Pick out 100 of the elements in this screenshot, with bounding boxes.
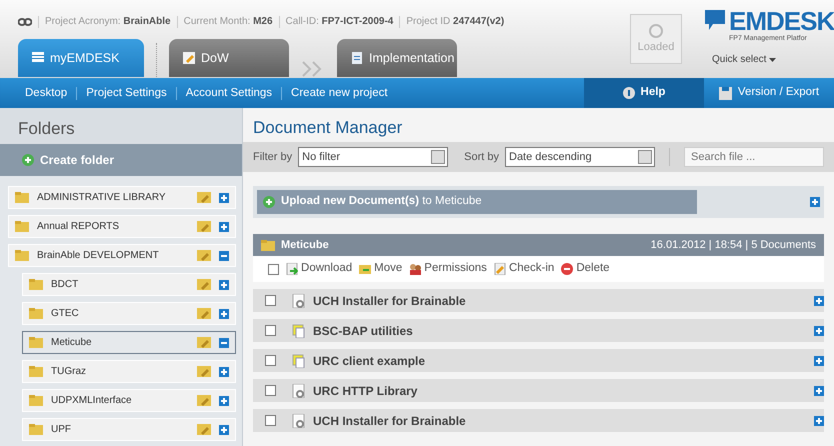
check-in-icon bbox=[494, 263, 506, 275]
add-icon bbox=[263, 196, 276, 208]
folder-item[interactable]: Meticube bbox=[22, 331, 236, 354]
expand-icon[interactable] bbox=[219, 192, 230, 202]
folder-item[interactable]: UPF bbox=[22, 418, 236, 441]
document-row[interactable]: URC client example bbox=[253, 349, 824, 372]
expand-icon[interactable] bbox=[219, 424, 230, 434]
move-folder-icon bbox=[359, 263, 372, 275]
expand-icon[interactable] bbox=[814, 416, 824, 426]
help-icon bbox=[622, 87, 635, 99]
checkbox[interactable] bbox=[265, 295, 276, 306]
folder-item[interactable]: BDCT bbox=[22, 273, 236, 296]
edit-folder-icon[interactable] bbox=[197, 424, 212, 435]
project-info-text: Call-ID: FP7-ICT-2009-4 bbox=[286, 15, 394, 29]
checkbox[interactable] bbox=[265, 385, 276, 396]
checkbox[interactable] bbox=[265, 355, 276, 366]
checkbox[interactable] bbox=[265, 415, 276, 426]
edit-folder-icon[interactable] bbox=[197, 221, 212, 232]
edit-folder-icon[interactable] bbox=[197, 395, 212, 406]
download-icon bbox=[286, 263, 298, 275]
edit-folder-icon[interactable] bbox=[197, 308, 212, 319]
edit-folder-icon[interactable] bbox=[197, 250, 212, 261]
document-row[interactable]: BSC-BAP utilities bbox=[253, 319, 824, 342]
tab[interactable]: DoW bbox=[169, 39, 289, 77]
folder-icon bbox=[15, 192, 29, 203]
project-info-text: Project Acronym: BrainAble bbox=[45, 15, 171, 29]
expand-icon[interactable] bbox=[810, 197, 820, 207]
folder-item[interactable]: BrainAble DEVELOPMENT bbox=[8, 244, 236, 267]
action-link[interactable]: Check-in bbox=[494, 260, 554, 278]
edit-icon bbox=[183, 52, 195, 64]
caret-icon bbox=[769, 58, 776, 62]
save-icon bbox=[718, 86, 732, 100]
checkbox[interactable] bbox=[265, 325, 276, 336]
expand-icon[interactable] bbox=[219, 222, 230, 232]
tab[interactable]: myEMDESK bbox=[18, 39, 144, 77]
search-field[interactable]: Search file ... bbox=[684, 147, 824, 167]
folder-icon bbox=[29, 279, 43, 290]
dropdown[interactable]: Date descending bbox=[505, 147, 655, 167]
tab[interactable]: Implementation bbox=[337, 39, 457, 77]
folder-icon bbox=[29, 395, 43, 406]
version-export-button[interactable]: Version / Export bbox=[704, 84, 834, 102]
quick-select-dropdown[interactable]: Quick select bbox=[712, 52, 776, 67]
file-gear-icon bbox=[292, 294, 306, 308]
action-link[interactable]: Download bbox=[286, 260, 352, 278]
folder-icon bbox=[261, 240, 276, 250]
expand-icon[interactable] bbox=[814, 386, 824, 396]
collapse-icon[interactable] bbox=[219, 250, 230, 260]
expand-icon[interactable] bbox=[219, 396, 230, 406]
collapse-icon[interactable] bbox=[219, 338, 230, 348]
sort-label: Sort by bbox=[464, 150, 499, 165]
edit-folder-icon[interactable] bbox=[197, 279, 212, 290]
folder-icon bbox=[29, 308, 43, 319]
nav-link[interactable]: Account Settings bbox=[176, 86, 282, 100]
expand-icon[interactable] bbox=[219, 308, 230, 318]
expand-icon[interactable] bbox=[814, 296, 824, 306]
project-info-text: Current Month: M26 bbox=[184, 15, 273, 29]
folder-icon bbox=[29, 337, 43, 348]
users-icon bbox=[409, 263, 422, 275]
delete-icon bbox=[561, 263, 574, 275]
folder-item[interactable]: UDPXMLInterface bbox=[22, 389, 236, 412]
folder-item[interactable]: ADMINISTRATIVE LIBRARY bbox=[8, 186, 236, 209]
dropdown[interactable]: No filter bbox=[298, 147, 448, 167]
add-icon bbox=[22, 154, 34, 166]
project-info-text: Project ID 247447(v2) bbox=[406, 15, 504, 29]
nav-link[interactable]: Desktop bbox=[16, 86, 78, 100]
document-icon bbox=[351, 52, 363, 64]
folder-item[interactable]: TUGraz bbox=[22, 360, 236, 383]
folder-meta: 16.01.2012 | 18:54 | 5 Documents bbox=[650, 238, 816, 253]
file-gear-icon bbox=[292, 414, 306, 428]
expand-icon[interactable] bbox=[219, 280, 230, 290]
document-row[interactable]: UCH Installer for Brainable bbox=[253, 409, 824, 432]
select-all-checkbox[interactable] bbox=[268, 264, 280, 274]
expand-icon[interactable] bbox=[814, 356, 824, 366]
action-link[interactable]: Move bbox=[359, 260, 402, 278]
folder-icon bbox=[15, 250, 29, 261]
expand-icon[interactable] bbox=[219, 366, 230, 376]
page-title: Document Manager bbox=[252, 117, 404, 139]
action-link[interactable]: Delete bbox=[561, 260, 610, 278]
file-gear-icon bbox=[292, 384, 306, 398]
help-button[interactable]: Help bbox=[584, 78, 704, 108]
folder-icon bbox=[29, 366, 43, 377]
edit-folder-icon[interactable] bbox=[197, 337, 212, 348]
nav-link[interactable]: Project Settings bbox=[77, 86, 177, 100]
filter-label: Filter by bbox=[253, 150, 292, 165]
folder-item[interactable]: Annual REPORTS bbox=[8, 215, 236, 238]
action-link[interactable]: Permissions bbox=[409, 260, 487, 278]
folder-name: Meticube bbox=[281, 238, 329, 253]
edit-folder-icon[interactable] bbox=[197, 366, 212, 377]
edit-folder-icon[interactable] bbox=[197, 192, 212, 203]
folder-icon bbox=[15, 221, 29, 232]
folder-item[interactable]: GTEC bbox=[22, 302, 236, 325]
package-icon bbox=[292, 354, 306, 368]
folder-icon bbox=[29, 424, 43, 435]
package-icon bbox=[292, 324, 306, 338]
nav-link[interactable]: Create new project bbox=[282, 86, 397, 100]
document-row[interactable]: UCH Installer for Brainable bbox=[253, 289, 824, 312]
link-icon bbox=[18, 18, 32, 26]
document-row[interactable]: URC HTTP Library bbox=[253, 379, 824, 402]
expand-icon[interactable] bbox=[814, 326, 824, 336]
logo-icon bbox=[705, 8, 727, 32]
